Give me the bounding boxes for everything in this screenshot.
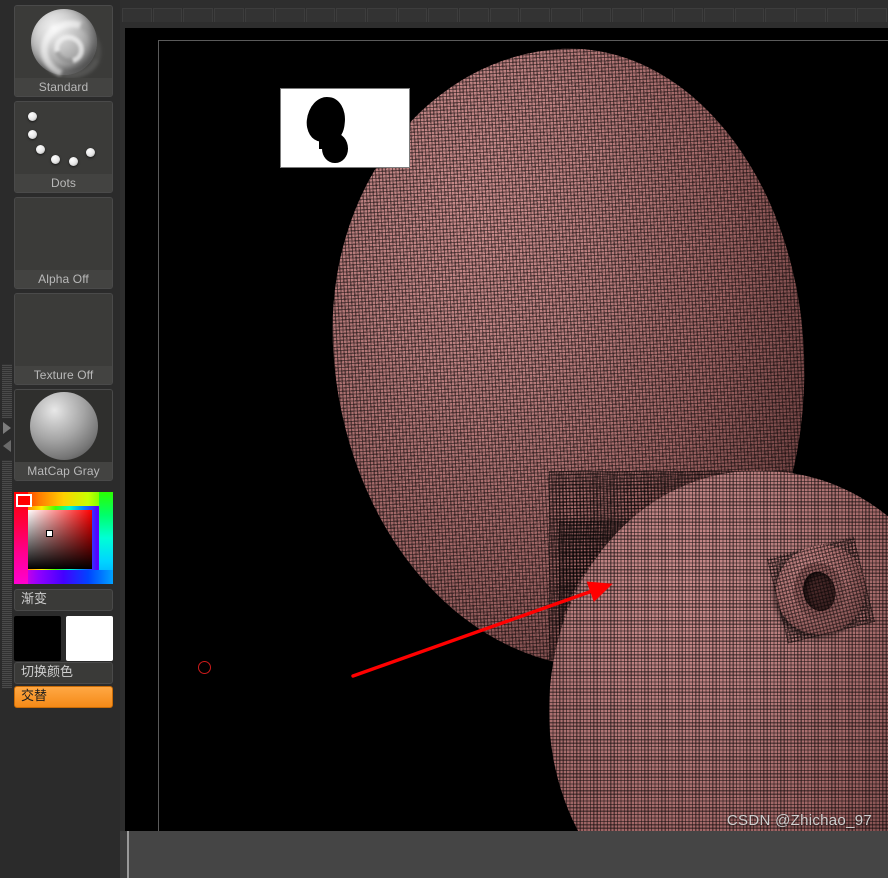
scroll-strip-texture-upper	[2, 364, 12, 418]
current-color-swatch[interactable]	[16, 494, 32, 507]
triangle-left-icon[interactable]	[3, 440, 11, 452]
segment-button[interactable]	[244, 8, 275, 22]
segment-button[interactable]	[581, 8, 612, 22]
color-picker[interactable]	[14, 492, 113, 584]
segment-button[interactable]	[550, 8, 581, 22]
brush-cursor	[198, 661, 211, 674]
gradient-button[interactable]: 渐变	[14, 589, 113, 611]
segment-button[interactable]	[642, 8, 673, 22]
primary-color-swatch[interactable]	[14, 616, 61, 661]
viewport-container: CSDN @Zhichao_97	[120, 22, 888, 878]
shelf-slot-texture-label: Texture Off	[15, 366, 112, 384]
segment-button[interactable]	[704, 8, 734, 22]
segment-button[interactable]	[152, 8, 183, 22]
segment-button[interactable]	[183, 8, 213, 22]
shelf-slot-material[interactable]: MatCap Gray	[14, 389, 113, 481]
sculpted-head-mesh[interactable]	[159, 41, 888, 853]
shelf-slot-brush-label: Standard	[15, 78, 112, 96]
footprint-silhouette-icon	[304, 95, 349, 163]
watermark-text: CSDN @Zhichao_97	[726, 812, 872, 829]
shelf-scroll-strip[interactable]	[2, 364, 12, 688]
triangle-right-icon[interactable]	[3, 422, 11, 434]
empty-thumbnail-icon	[15, 294, 112, 366]
saturation-value-square[interactable]	[28, 510, 92, 569]
canvas-frame[interactable]	[158, 40, 888, 853]
segment-button[interactable]	[275, 8, 305, 22]
color-swatch-pair	[14, 616, 113, 661]
segment-button[interactable]	[122, 8, 152, 22]
segment-button[interactable]	[826, 8, 857, 22]
top-segment-bar[interactable]	[120, 0, 888, 22]
segment-button[interactable]	[459, 8, 489, 22]
hue-band-bottom	[14, 570, 113, 584]
shelf-slot-stroke[interactable]: Dots	[14, 101, 113, 193]
segment-button[interactable]	[520, 8, 550, 22]
segment-button[interactable]	[367, 8, 397, 22]
segment-button[interactable]	[857, 8, 888, 22]
shelf-slot-texture[interactable]: Texture Off	[14, 293, 113, 385]
segment-button[interactable]	[213, 8, 244, 22]
segment-button[interactable]	[428, 8, 459, 22]
matcap-sphere-icon	[15, 390, 112, 462]
viewport-bottom-strip	[120, 831, 888, 878]
segment-button[interactable]	[734, 8, 765, 22]
segment-button[interactable]	[489, 8, 520, 22]
alpha-thumbnail-overlay[interactable]	[280, 88, 410, 168]
shelf-slot-brush[interactable]: Standard	[14, 5, 113, 97]
left-tool-shelf: Standard Dots Alpha Off Texture Off MatC…	[0, 0, 120, 878]
dots-stroke-icon	[15, 102, 112, 174]
segment-button[interactable]	[673, 8, 704, 22]
segment-button[interactable]	[336, 8, 367, 22]
shelf-slot-stroke-label: Dots	[15, 174, 112, 192]
zbrush-window: Standard Dots Alpha Off Texture Off MatC…	[0, 0, 888, 878]
model-ear-inner	[788, 557, 851, 626]
alternate-button[interactable]: 交替	[14, 686, 113, 708]
switch-color-button[interactable]: 切换颜色	[14, 662, 113, 684]
shelf-slot-alpha-label: Alpha Off	[15, 270, 112, 288]
scroll-strip-texture-lower	[2, 460, 12, 688]
secondary-color-swatch[interactable]	[66, 616, 113, 661]
segment-button[interactable]	[612, 8, 642, 22]
segment-button[interactable]	[397, 8, 428, 22]
segment-button[interactable]	[765, 8, 796, 22]
segment-button[interactable]	[796, 8, 826, 22]
segment-button[interactable]	[305, 8, 336, 22]
color-picker-cursor[interactable]	[46, 530, 53, 537]
shelf-slot-alpha[interactable]: Alpha Off	[14, 197, 113, 289]
empty-thumbnail-icon	[15, 198, 112, 270]
brush-sphere-icon	[15, 6, 112, 78]
document-canvas[interactable]: CSDN @Zhichao_97	[125, 28, 888, 853]
shelf-slot-material-label: MatCap Gray	[15, 462, 112, 480]
